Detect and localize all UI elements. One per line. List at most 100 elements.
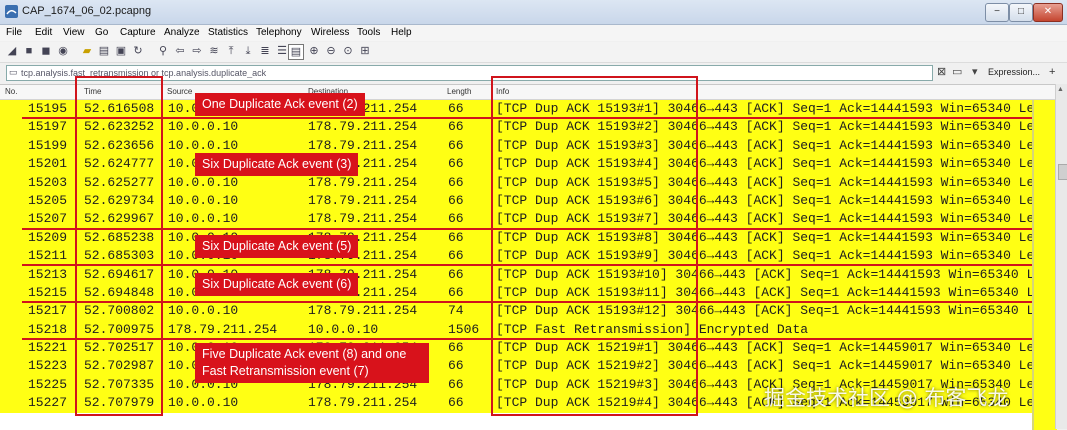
colorize-toggle-icon[interactable]: ▤ [288, 44, 304, 60]
menu-go[interactable]: Go [95, 27, 108, 38]
goto-icon[interactable]: ≋ [207, 44, 221, 58]
add-filter-button[interactable]: + [1049, 66, 1055, 78]
close-button[interactable]: ✕ [1033, 3, 1063, 22]
packet-length: 66 [448, 284, 464, 300]
packet-destination: 178.79.211.254 [308, 119, 418, 135]
menu-analyze[interactable]: Analyze [164, 27, 200, 38]
window-title: CAP_1674_06_02.pcapng [22, 5, 152, 17]
minimize-button[interactable]: − [985, 3, 1009, 22]
stop-icon[interactable]: ■ [22, 44, 36, 58]
packet-destination: 178.79.211.254 [308, 174, 418, 190]
packet-number: 15221 [28, 340, 68, 356]
wireshark-app-icon [5, 5, 18, 18]
row-gutter [1032, 100, 1057, 430]
packet-number: 15203 [28, 174, 68, 190]
annotation-label: One Duplicate Ack event (2) [195, 93, 365, 116]
info-column-highlight [491, 76, 698, 416]
packet-number: 15218 [28, 321, 68, 337]
forward-icon[interactable]: ⇨ [190, 44, 204, 58]
packet-length: 66 [448, 376, 464, 392]
find-icon[interactable]: ⚲ [156, 44, 170, 58]
last-icon[interactable]: ⤓ [241, 44, 255, 58]
packet-length: 66 [448, 192, 464, 208]
packet-length: 66 [448, 156, 464, 172]
menu-tools[interactable]: Tools [357, 27, 380, 38]
packet-length: 66 [448, 340, 464, 356]
expression-button[interactable]: Expression... [988, 67, 1040, 77]
packet-number: 15205 [28, 192, 68, 208]
packet-length: 66 [448, 266, 464, 282]
packet-destination: 178.79.211.254 [308, 303, 418, 319]
packet-length: 66 [448, 211, 464, 227]
column-header-source[interactable]: Source [167, 87, 192, 96]
back-icon[interactable]: ⇦ [173, 44, 187, 58]
colorize-icon[interactable]: ☰ [275, 44, 289, 58]
packet-source: 178.79.211.254 [168, 321, 278, 337]
column-header-no[interactable]: No. [5, 87, 17, 96]
shark-start-icon[interactable]: ◢ [5, 44, 19, 58]
packet-number: 15201 [28, 156, 68, 172]
packet-length: 1506 [448, 321, 480, 337]
scrollbar-thumb[interactable] [1058, 164, 1067, 180]
options-icon[interactable]: ◉ [56, 44, 70, 58]
annotation-label: Six Duplicate Ack event (5) [195, 235, 359, 258]
open-icon[interactable]: ▰ [80, 44, 94, 58]
menu-help[interactable]: Help [391, 27, 412, 38]
packet-number: 15199 [28, 137, 68, 153]
packet-number: 15197 [28, 119, 68, 135]
packet-source: 10.0.0.10 [168, 395, 239, 411]
packet-source: 10.0.0.10 [168, 303, 239, 319]
packet-number: 15209 [28, 229, 68, 245]
main-toolbar: ◢ ■ ◼ ◉ ▰ ▤ ▣ ↻ ⚲ ⇦ ⇨ ≋ ⤒ ⤓ ≣ ☰ ▤ ⊕ ⊖ ⊙ … [0, 42, 1067, 63]
menu-file[interactable]: File [6, 27, 22, 38]
menu-wireless[interactable]: Wireless [311, 27, 349, 38]
normal-size-icon[interactable]: ⊙ [341, 44, 355, 58]
packet-length: 74 [448, 303, 464, 319]
menu-statistics[interactable]: Statistics [208, 27, 248, 38]
clear-filter-icon[interactable]: ⊠ [937, 66, 946, 79]
annotation-label: Five Duplicate Ack event (8) and one Fas… [195, 343, 429, 383]
packet-number: 15227 [28, 395, 68, 411]
packet-number: 15215 [28, 284, 68, 300]
menu-view[interactable]: View [63, 27, 85, 38]
time-column-highlight [75, 76, 163, 416]
menu-telephony[interactable]: Telephony [256, 27, 302, 38]
packet-source: 10.0.0.10 [168, 174, 239, 190]
watermark: 掘金技术社区 @ 布客飞龙 [764, 386, 1009, 410]
menu-capture[interactable]: Capture [120, 27, 156, 38]
packet-destination: 10.0.0.10 [308, 321, 379, 337]
packet-number: 15211 [28, 248, 68, 264]
packet-length: 66 [448, 101, 464, 116]
packet-destination: 178.79.211.254 [308, 192, 418, 208]
resize-columns-icon[interactable]: ⊞ [358, 44, 372, 58]
packet-length: 66 [448, 229, 464, 245]
packet-length: 66 [448, 358, 464, 374]
restart-icon[interactable]: ◼ [39, 44, 53, 58]
packet-number: 15213 [28, 266, 68, 282]
packet-number: 15223 [28, 358, 68, 374]
packet-number: 15195 [28, 101, 68, 116]
save-icon[interactable]: ▤ [97, 44, 111, 58]
zoom-in-icon[interactable]: ⊕ [307, 44, 321, 58]
menu-bar: File Edit View Go Capture Analyze Statis… [0, 25, 1067, 41]
zoom-out-icon[interactable]: ⊖ [324, 44, 338, 58]
packet-number: 15225 [28, 376, 68, 392]
packet-length: 66 [448, 174, 464, 190]
packet-number: 15207 [28, 211, 68, 227]
maximize-button[interactable]: □ [1009, 3, 1033, 22]
bookmark-icon[interactable]: ▭ [9, 67, 18, 78]
apply-filter-icon[interactable]: ▭ [952, 66, 962, 79]
filter-history-icon[interactable]: ▾ [972, 66, 978, 79]
column-header-length[interactable]: Length [447, 87, 471, 96]
menu-edit[interactable]: Edit [35, 27, 52, 38]
vertical-scrollbar[interactable]: ▲ [1055, 84, 1067, 429]
packet-destination: 178.79.211.254 [308, 137, 418, 153]
packet-length: 66 [448, 119, 464, 135]
close-file-icon[interactable]: ▣ [114, 44, 128, 58]
first-icon[interactable]: ⤒ [224, 44, 238, 58]
autoscroll-icon[interactable]: ≣ [258, 44, 272, 58]
packet-length: 66 [448, 395, 464, 411]
packet-source: 10.0.0.10 [168, 192, 239, 208]
scroll-up-icon[interactable]: ▲ [1057, 86, 1064, 93]
reload-icon[interactable]: ↻ [131, 44, 145, 58]
